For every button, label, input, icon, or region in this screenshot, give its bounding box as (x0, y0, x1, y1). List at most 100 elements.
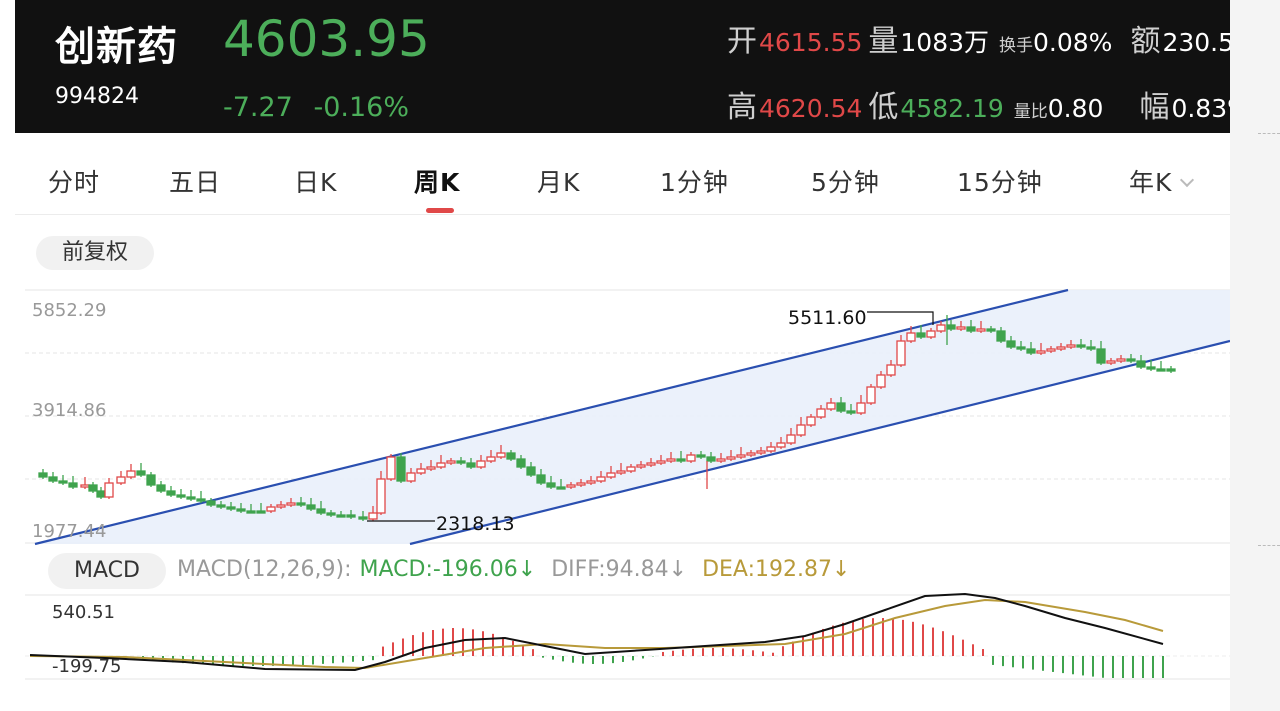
candle-body (316, 508, 326, 514)
candle-body (546, 482, 556, 488)
macd-indicator-bar: MACD MACD(12,26,9): MACD:-196.06↓ DIFF:94… (15, 548, 1230, 594)
candle-body (856, 402, 866, 414)
candle-body (1146, 366, 1156, 370)
candle-body (726, 456, 736, 460)
tab-15-minute[interactable]: 15分钟 (957, 163, 1043, 199)
min-price-label: 2318.13 (436, 513, 515, 535)
candle-body (536, 474, 546, 484)
candle-body (966, 326, 976, 332)
candle-body (336, 514, 346, 518)
y-axis-label-mid: 3914.86 (32, 400, 106, 421)
candle-body (326, 512, 336, 516)
stats-row-1: 开 4615.55 量 1083万 换手 0.08% 额 230.5 (727, 16, 1230, 59)
candle-body (358, 516, 368, 520)
tab-five-day[interactable]: 五日 (169, 163, 221, 199)
candle-body (136, 470, 146, 476)
candle-body (306, 504, 316, 510)
tab-intraday[interactable]: 分时 (48, 163, 100, 199)
change-value: -7.27 (223, 92, 293, 123)
candle-body (1086, 346, 1096, 350)
tab-daily-k[interactable]: 日K (294, 163, 337, 199)
candle-body (236, 508, 246, 512)
candle-body (936, 324, 946, 332)
candle-body (1106, 360, 1116, 364)
candle-body (896, 340, 906, 366)
volume-label: 量 (868, 24, 899, 59)
candle-body (786, 434, 796, 444)
candle-body (886, 364, 896, 376)
candle-body (96, 490, 106, 498)
candle-body (126, 470, 136, 478)
candle-body (696, 454, 706, 458)
y-axis-label-bottom: 1977.44 (32, 521, 106, 542)
tab-monthly-k[interactable]: 月K (537, 163, 580, 199)
candle-body (58, 480, 68, 484)
candle-body (556, 486, 566, 490)
candle-body (1116, 358, 1126, 362)
candle-body (596, 476, 606, 482)
candle-body (866, 386, 876, 404)
open-value: 4615.55 (759, 28, 863, 57)
candle-body (946, 324, 956, 330)
candle-body (246, 510, 256, 514)
index-name: 创新药 (55, 24, 178, 70)
candle-body (606, 472, 616, 478)
candle-body (446, 460, 456, 464)
candle-body (616, 470, 626, 474)
candle-body (256, 510, 266, 514)
candle-body (286, 502, 296, 506)
change-percent: -0.16% (313, 92, 409, 123)
candle-body (296, 502, 306, 506)
candle-body (976, 328, 986, 332)
candle-body (526, 466, 536, 476)
candle-body (746, 452, 756, 456)
candle-body (846, 410, 856, 414)
candle-body (416, 468, 426, 474)
dea-value: DEA:192.87↓ (702, 557, 851, 582)
candle-body (586, 480, 596, 484)
candle-body (676, 458, 686, 462)
candle-body (1126, 358, 1136, 362)
candle-body (806, 416, 816, 426)
candle-body (396, 456, 406, 482)
candle-body (1156, 368, 1166, 372)
candle-body (1026, 348, 1036, 354)
candle-body (38, 472, 48, 478)
tab-weekly-k[interactable]: 周K (414, 163, 460, 199)
candle-body (636, 464, 646, 468)
tab-1-minute[interactable]: 1分钟 (660, 163, 729, 199)
y-axis-label-top: 5852.29 (32, 300, 106, 321)
turnover-label: 换手 (999, 36, 1034, 56)
candle-body (766, 446, 776, 452)
candle-body (626, 466, 636, 472)
tab-yearly-k[interactable]: 年K (1129, 163, 1195, 199)
candle-body (68, 482, 78, 488)
volume-ratio-value: 0.80 (1047, 94, 1104, 123)
candle-body (104, 482, 114, 498)
candle-body (836, 402, 846, 412)
candle-body (276, 504, 286, 508)
candle-body (386, 456, 396, 480)
candle-body (876, 374, 886, 388)
chevron-down-icon[interactable] (1180, 172, 1195, 188)
kline-chart[interactable]: 5852.29 3914.86 1977.44 5511.60 2318.13 (25, 285, 1230, 547)
high-label: 高 (727, 90, 757, 125)
macd-chart[interactable]: 540.51 -199.75 (25, 590, 1230, 690)
candle-body (346, 514, 356, 518)
candle-body (996, 330, 1006, 342)
candle-body (656, 460, 666, 464)
candle-body (216, 504, 226, 508)
candle-body (266, 506, 276, 512)
quote-header: 创新药 994824 4603.95 -7.27 -0.16% 开 4615.5… (15, 0, 1230, 133)
trend-channel-fill (35, 290, 1230, 544)
tab-5-minute[interactable]: 5分钟 (811, 163, 880, 199)
active-tab-indicator (426, 208, 454, 213)
low-label: 低 (868, 90, 899, 125)
adjust-mode-button[interactable]: 前复权 (36, 236, 154, 270)
candle-body (986, 328, 996, 332)
indicator-switch-button[interactable]: MACD (48, 553, 166, 589)
candle-body (1046, 348, 1056, 352)
amplitude-value: 0.83% (1171, 94, 1230, 123)
candle-body (116, 476, 126, 484)
macd-values: MACD(12,26,9): MACD:-196.06↓ DIFF:94.84↓ … (177, 557, 858, 582)
